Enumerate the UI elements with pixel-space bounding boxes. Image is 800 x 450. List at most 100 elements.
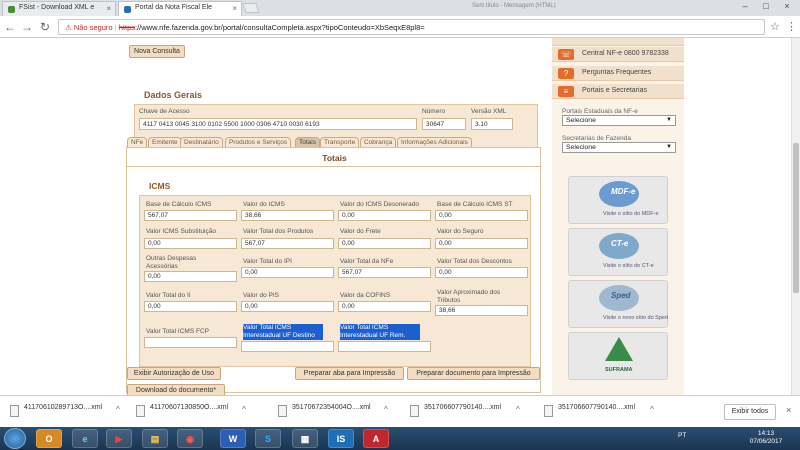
- is-icon[interactable]: IS: [328, 429, 354, 448]
- skype-icon[interactable]: S: [255, 429, 281, 448]
- dropdown-arrow-icon: ▼: [666, 144, 672, 150]
- start-button[interactable]: [4, 428, 26, 449]
- phone-icon: ☏: [558, 49, 574, 60]
- totais-title: Totais: [322, 153, 347, 163]
- browser-tab[interactable]: FSist - Download XML e ×: [2, 1, 116, 16]
- file-icon: [10, 405, 19, 417]
- nova-consulta-button[interactable]: Nova Consulta: [129, 45, 185, 58]
- favicon-icon: [8, 6, 15, 13]
- back-icon[interactable]: ←: [3, 20, 17, 34]
- menu-icon[interactable]: ⋮: [786, 20, 797, 33]
- language-indicator[interactable]: PT: [678, 432, 686, 439]
- tab-destinatario[interactable]: Destinatário: [180, 137, 223, 147]
- sidebar-item-portais[interactable]: ≡ Portais e Secretarias: [552, 84, 684, 99]
- chevron-up-icon[interactable]: ^: [650, 405, 654, 414]
- tab-produtos[interactable]: Produtos e Serviços: [225, 137, 292, 147]
- document-icon: ≡: [558, 86, 574, 97]
- favicon-icon: [124, 6, 131, 13]
- divider: [127, 166, 542, 167]
- preparar-documento-button[interactable]: Preparar documento para Impressão: [407, 367, 540, 380]
- icms-box: Base de Cálculo ICMS 567,07 Valor do ICMS…: [139, 195, 531, 367]
- tab-nfe[interactable]: NFe: [127, 137, 148, 147]
- portais-estaduais-select[interactable]: Selecione ▼: [562, 115, 676, 126]
- sidebar-item-perguntas[interactable]: ? Perguntas Frequentes: [552, 66, 684, 81]
- chave-field: 4117 0413 0045 3100 0102 5500 1000 0306 …: [139, 118, 417, 130]
- minimize-icon[interactable]: –: [734, 1, 756, 11]
- file-icon: [278, 405, 287, 417]
- sidebar-item-central[interactable]: ☏ Central NF-e 0800 9782338: [552, 47, 684, 62]
- page-viewport: Nova Consulta Dados Gerais Chave de Aces…: [0, 38, 800, 395]
- screen: FSist - Download XML e × Portal da Nota …: [0, 0, 800, 450]
- file-icon: [544, 405, 553, 417]
- tab-transporte[interactable]: Transporte: [320, 137, 360, 147]
- tab-emitente[interactable]: Emitente: [148, 137, 182, 147]
- outlook-icon[interactable]: O: [36, 429, 62, 448]
- sidebar-top-strip: [552, 38, 684, 46]
- preparar-aba-button[interactable]: Preparar aba para Impressão: [295, 367, 404, 380]
- file-icon: [410, 405, 419, 417]
- chevron-up-icon[interactable]: ^: [516, 405, 520, 414]
- bookmark-star-icon[interactable]: ☆: [770, 20, 780, 33]
- maximize-icon[interactable]: □: [755, 1, 777, 11]
- browser-toolbar: ← → ↻ ⚠ Não seguro | https://www.nfe.faz…: [0, 16, 800, 38]
- tab-cobranca[interactable]: Cobrança: [360, 137, 397, 147]
- section-tabs: NFe Emitente Destinatário Produtos e Ser…: [127, 137, 541, 147]
- chevron-up-icon[interactable]: ^: [116, 405, 120, 414]
- sped-banner[interactable]: Sped Visite o novo sítio do Sped: [568, 280, 668, 328]
- secretarias-select[interactable]: Selecione ▼: [562, 142, 676, 153]
- sidebar: ☏ Central NF-e 0800 9782338 ? Perguntas …: [552, 38, 684, 395]
- download-item[interactable]: 35170672354004O....xml ^: [278, 404, 396, 420]
- tab-informacoes[interactable]: Informações Adicionais: [397, 137, 472, 147]
- media-player-icon[interactable]: ▶: [106, 429, 132, 448]
- ie-icon[interactable]: e: [72, 429, 98, 448]
- download-item[interactable]: 351706607790140....xml ^: [544, 404, 662, 420]
- numero-label: Número: [422, 108, 446, 115]
- chevron-up-icon[interactable]: ^: [384, 405, 388, 414]
- show-all-downloads-button[interactable]: Exibir todos: [724, 404, 776, 420]
- calculator-icon[interactable]: ▦: [292, 429, 318, 448]
- tab-totais[interactable]: Totais: [295, 137, 320, 147]
- browser-tab-active[interactable]: Portal da Nota Fiscal Ele ×: [118, 1, 242, 16]
- suframa-banner[interactable]: SUFRAMA: [568, 332, 668, 380]
- address-bar[interactable]: ⚠ Não seguro | https://www.nfe.fazenda.g…: [58, 19, 765, 35]
- browser-tab-bar: FSist - Download XML e × Portal da Nota …: [0, 0, 800, 16]
- chrome-icon[interactable]: ◉: [177, 429, 203, 448]
- window-title: Sem titulo - Mensagem (HTML): [472, 3, 556, 9]
- warning-icon: ⚠: [65, 23, 72, 32]
- forward-icon[interactable]: →: [20, 20, 34, 34]
- pdf-icon[interactable]: A: [363, 429, 389, 448]
- portais-estaduais-label: Portais Estaduais da NF-e: [562, 108, 638, 115]
- numero-field: 30647: [422, 118, 466, 130]
- dropdown-arrow-icon: ▼: [666, 117, 672, 123]
- file-icon: [136, 405, 145, 417]
- scrollbar-thumb[interactable]: [793, 143, 799, 293]
- totais-panel: Totais ICMS Base de Cálculo ICMS 567,07 V…: [126, 147, 542, 393]
- chevron-up-icon[interactable]: ^: [242, 405, 246, 414]
- scrollbar[interactable]: [791, 38, 800, 395]
- close-downloads-icon[interactable]: ×: [786, 405, 791, 415]
- question-icon: ?: [558, 68, 574, 79]
- close-window-icon[interactable]: ×: [776, 1, 798, 11]
- download-documento-button[interactable]: Download do documento*: [127, 384, 225, 395]
- cte-banner[interactable]: CT-e Visite o sítio do CT-e: [568, 228, 668, 276]
- exibir-autorizacao-button[interactable]: Exibir Autorização de Uso: [127, 367, 221, 380]
- explorer-icon[interactable]: ▤: [142, 429, 168, 448]
- suframa-logo-icon: [605, 337, 633, 361]
- close-tab-icon[interactable]: ×: [232, 4, 237, 13]
- dados-gerais-title: Dados Gerais: [144, 90, 203, 100]
- reload-icon[interactable]: ↻: [38, 20, 52, 34]
- download-item[interactable]: 41170610289713O....xml ^: [10, 404, 128, 420]
- download-item[interactable]: 351706607790140....xml ^: [410, 404, 528, 420]
- taskbar: O e ▶ ▤ ◉ W S ▦ IS A PT 14:13 07/06/2017: [0, 427, 800, 450]
- close-tab-icon[interactable]: ×: [106, 4, 111, 13]
- download-item[interactable]: 41170607130850O....xml ^: [136, 404, 254, 420]
- mdfe-banner[interactable]: MDF-e Visite o sítio do MDF-e: [568, 176, 668, 224]
- downloads-bar: 41170610289713O....xml ^ 41170607130850O.…: [0, 395, 800, 427]
- versao-field: 3.10: [471, 118, 513, 130]
- clock[interactable]: 14:13 07/06/2017: [744, 430, 788, 446]
- versao-label: Versão XML: [471, 108, 507, 115]
- new-tab-button[interactable]: [242, 3, 260, 13]
- chave-label: Chave de Acesso: [139, 108, 190, 115]
- word-icon[interactable]: W: [220, 429, 246, 448]
- icms-title: ICMS: [149, 181, 171, 191]
